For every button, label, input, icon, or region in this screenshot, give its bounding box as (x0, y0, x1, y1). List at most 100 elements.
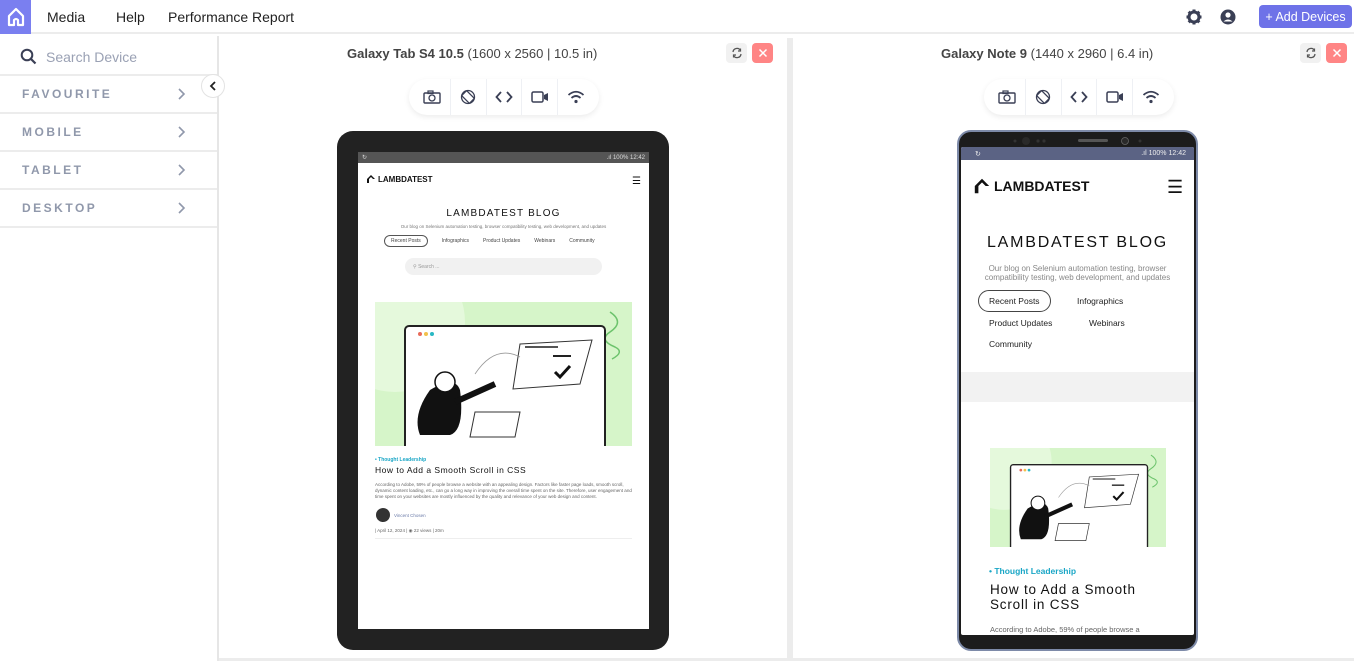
chevron-right-icon (176, 87, 186, 106)
close-icon (1332, 48, 1341, 58)
tab-webinars[interactable]: Webinars (534, 238, 555, 244)
category-favourite[interactable]: FAVOURITE (0, 76, 217, 114)
top-bar: Media Help Performance Report + Add Devi… (0, 0, 1354, 34)
signal-battery: .ıl 100% (606, 154, 629, 161)
category-label: DESKTOP (22, 201, 98, 215)
rotate-device-button[interactable] (726, 43, 747, 63)
post-author[interactable]: Vincent Chosen (394, 513, 426, 518)
device-title-phone: Galaxy Note 9 (1440 x 2960 | 6.4 in) (941, 46, 1153, 61)
record-video-button[interactable] (522, 79, 559, 115)
search-device-input[interactable]: Search Device (46, 49, 137, 65)
tab-community[interactable]: Community (989, 339, 1032, 349)
camera-icon (998, 90, 1017, 104)
devtools-button[interactable] (1062, 79, 1098, 115)
sidebar: Search Device FAVOURITE MOBILE TABLET DE… (0, 36, 219, 661)
device-name: Galaxy Note 9 (941, 46, 1027, 61)
hamburger-menu-icon[interactable]: ☰ (632, 176, 641, 187)
post-illustration[interactable] (990, 448, 1166, 547)
camera-icon (423, 90, 442, 104)
add-devices-button[interactable]: + Add Devices (1259, 5, 1352, 28)
post-meta: | April 12, 2024 | ◉ 22 views | 20m (375, 528, 444, 533)
tablet-screen[interactable]: ↻ .ıl 100% 12:42 LAMBDATEST ☰ LAMBDATEST… (358, 152, 649, 629)
tab-recent-posts[interactable]: Recent Posts (978, 290, 1051, 312)
logo-text: LAMBDATEST (994, 178, 1090, 194)
close-device-button[interactable] (1326, 43, 1347, 63)
post-divider (375, 538, 632, 539)
collapse-sidebar-button[interactable] (201, 74, 225, 98)
blog-title: LAMBDATEST BLOG (446, 208, 561, 219)
status-bar: ↻ .ıl 100% 12:42 (961, 147, 1194, 160)
category-mobile[interactable]: MOBILE (0, 114, 217, 152)
post-illustration[interactable] (375, 302, 632, 446)
blog-tabs: Recent Posts Infographics Product Update… (384, 235, 595, 247)
post-excerpt: According to Adobe, 59% of people browse… (990, 625, 1140, 634)
hamburger-menu-icon[interactable]: ☰ (1167, 177, 1183, 198)
wifi-icon (567, 90, 584, 104)
logo-text: LAMBDATEST (378, 174, 433, 184)
phone-sensors (1010, 134, 1150, 146)
tab-infographics[interactable]: Infographics (442, 238, 469, 244)
post-category[interactable]: • Thought Leadership (375, 457, 426, 463)
post-excerpt: According to Adobe, 59% of people browse… (375, 482, 632, 499)
device-spec: (1440 x 2960 | 6.4 in) (1030, 46, 1154, 61)
site-logo[interactable]: LAMBDATEST (366, 174, 433, 184)
home-icon (7, 7, 24, 27)
lambdatest-logo-icon (974, 178, 990, 194)
network-throttle-button[interactable] (1133, 79, 1168, 115)
settings-icon[interactable] (1186, 9, 1202, 30)
blog-subtitle: Our blog on Selenium automation testing,… (400, 224, 607, 229)
category-label: FAVOURITE (22, 87, 113, 101)
sync-icon (1305, 47, 1316, 59)
tab-infographics[interactable]: Infographics (1077, 296, 1123, 306)
screenshot-button[interactable] (415, 79, 451, 115)
nav-performance-report[interactable]: Performance Report (168, 9, 294, 25)
post-title[interactable]: How to Add a Smooth Scroll in CSS (990, 582, 1175, 612)
sync-icon (731, 47, 742, 59)
phone-screen[interactable]: ↻ .ıl 100% 12:42 LAMBDATEST ☰ LAMBDATEST… (961, 147, 1194, 635)
chevron-right-icon (176, 201, 186, 220)
tab-product-updates[interactable]: Product Updates (989, 318, 1052, 328)
nav-media[interactable]: Media (47, 9, 85, 25)
refresh-icon: ↻ (975, 150, 981, 158)
post-category[interactable]: • Thought Leadership (989, 566, 1076, 576)
site-logo[interactable]: LAMBDATEST (973, 177, 1089, 195)
rotate-icon (1036, 89, 1051, 105)
pane-divider[interactable] (787, 38, 793, 661)
tab-community[interactable]: Community (569, 238, 594, 244)
post-title[interactable]: How to Add a Smooth Scroll in CSS (375, 465, 526, 475)
chevron-right-icon (176, 163, 186, 182)
tab-recent-posts[interactable]: Recent Posts (384, 235, 428, 247)
user-account-icon[interactable] (1220, 9, 1236, 30)
category-desktop[interactable]: DESKTOP (0, 190, 217, 228)
read-time: 20m (435, 528, 444, 533)
video-icon (1106, 91, 1123, 103)
close-device-button[interactable] (752, 43, 773, 63)
devtools-button[interactable] (487, 79, 523, 115)
status-time: 12:42 (1168, 150, 1186, 157)
category-text: Thought Leadership (378, 457, 427, 463)
status-time: 12:42 (629, 154, 645, 161)
device-toolbar (984, 79, 1174, 115)
rotate-button[interactable] (1026, 79, 1062, 115)
signal-battery: .ıl 100% (1141, 150, 1167, 157)
close-icon (758, 48, 767, 58)
search-icon: ⚲ (413, 264, 417, 270)
video-icon (531, 91, 548, 103)
category-label: TABLET (22, 163, 84, 177)
network-throttle-button[interactable] (558, 79, 593, 115)
nav-help[interactable]: Help (116, 9, 145, 25)
rotate-button[interactable] (451, 79, 487, 115)
device-search[interactable]: Search Device (0, 36, 217, 76)
home-button[interactable] (0, 0, 31, 34)
refresh-icon: ↻ (362, 155, 368, 161)
category-label: MOBILE (22, 125, 84, 139)
screenshot-button[interactable] (990, 79, 1026, 115)
tab-product-updates[interactable]: Product Updates (483, 238, 520, 244)
tab-webinars[interactable]: Webinars (1089, 318, 1125, 328)
device-title-tablet: Galaxy Tab S4 10.5 (1600 x 2560 | 10.5 i… (347, 46, 597, 61)
rotate-device-button[interactable] (1300, 43, 1321, 63)
blog-search-input[interactable]: ⚲ Search ... (405, 258, 602, 275)
category-tablet[interactable]: TABLET (0, 152, 217, 190)
code-icon (495, 91, 513, 103)
record-video-button[interactable] (1097, 79, 1134, 115)
